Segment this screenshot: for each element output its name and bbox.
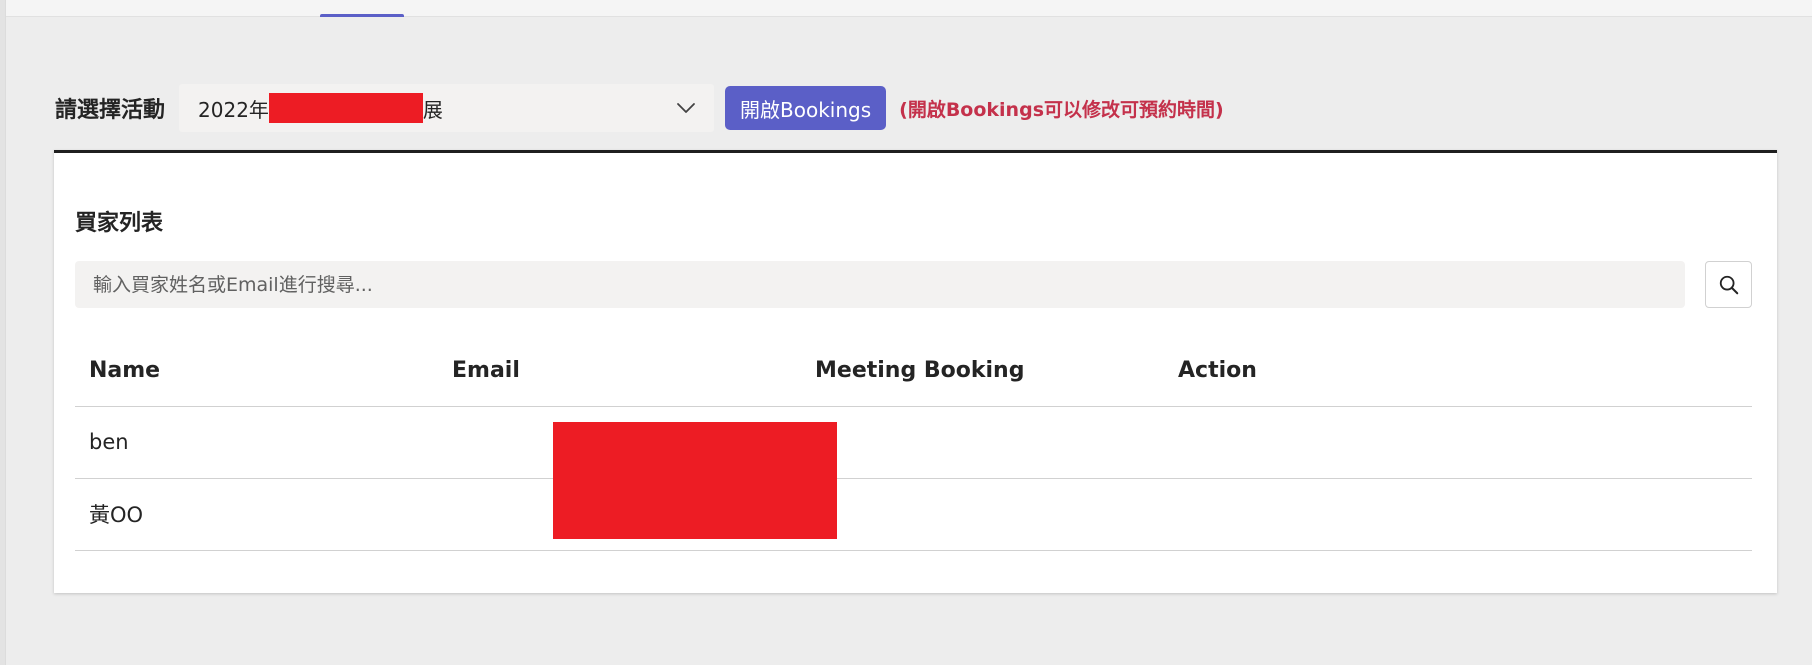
search-button[interactable] xyxy=(1705,261,1752,308)
cell-name: ben xyxy=(75,406,438,479)
top-tab-bar xyxy=(6,0,1812,17)
cell-action xyxy=(1164,478,1752,551)
redacted-activity-name xyxy=(268,93,423,123)
active-tab-indicator xyxy=(320,14,404,17)
chevron-down-icon xyxy=(677,103,695,113)
window-edge xyxy=(0,0,6,665)
cell-meeting-booking xyxy=(801,478,1164,551)
search-icon xyxy=(1719,275,1738,294)
column-header-name[interactable]: Name xyxy=(75,336,438,407)
open-bookings-button[interactable]: 開啟Bookings xyxy=(725,86,887,130)
column-header-action[interactable]: Action xyxy=(1164,336,1752,407)
activity-dropdown[interactable]: 2022年 展 xyxy=(179,84,715,132)
redacted-email-block xyxy=(553,422,837,539)
buyer-search-input[interactable] xyxy=(75,261,1685,308)
activity-dropdown-value: 2022年 展 xyxy=(198,93,443,123)
cell-name: 黃OO xyxy=(75,478,438,551)
table-header-row: Name Email Meeting Booking Action xyxy=(75,336,1752,407)
column-header-meeting-booking[interactable]: Meeting Booking xyxy=(801,336,1164,407)
activity-value-suffix: 展 xyxy=(422,97,443,122)
table-row[interactable]: 黃OO xyxy=(75,478,1752,551)
cell-action xyxy=(1164,406,1752,479)
activity-value-prefix: 2022年 xyxy=(198,97,269,122)
buyer-list-card: 買家列表 Name Email Meeting Booking Action b… xyxy=(54,150,1777,593)
bookings-hint-text: (開啟Bookings可以修改可預約時間) xyxy=(899,98,1224,121)
column-header-email[interactable]: Email xyxy=(438,336,801,407)
activity-select-label: 請選擇活動 xyxy=(55,98,166,123)
activity-select-row: 請選擇活動 2022年 展 開啟Bookings (開啟Bookings可以修改… xyxy=(55,84,1224,132)
table-row[interactable]: ben xyxy=(75,406,1752,479)
buyer-table: Name Email Meeting Booking Action ben 黃O… xyxy=(75,336,1752,551)
buyer-list-title: 買家列表 xyxy=(75,211,164,236)
cell-meeting-booking xyxy=(801,406,1164,479)
